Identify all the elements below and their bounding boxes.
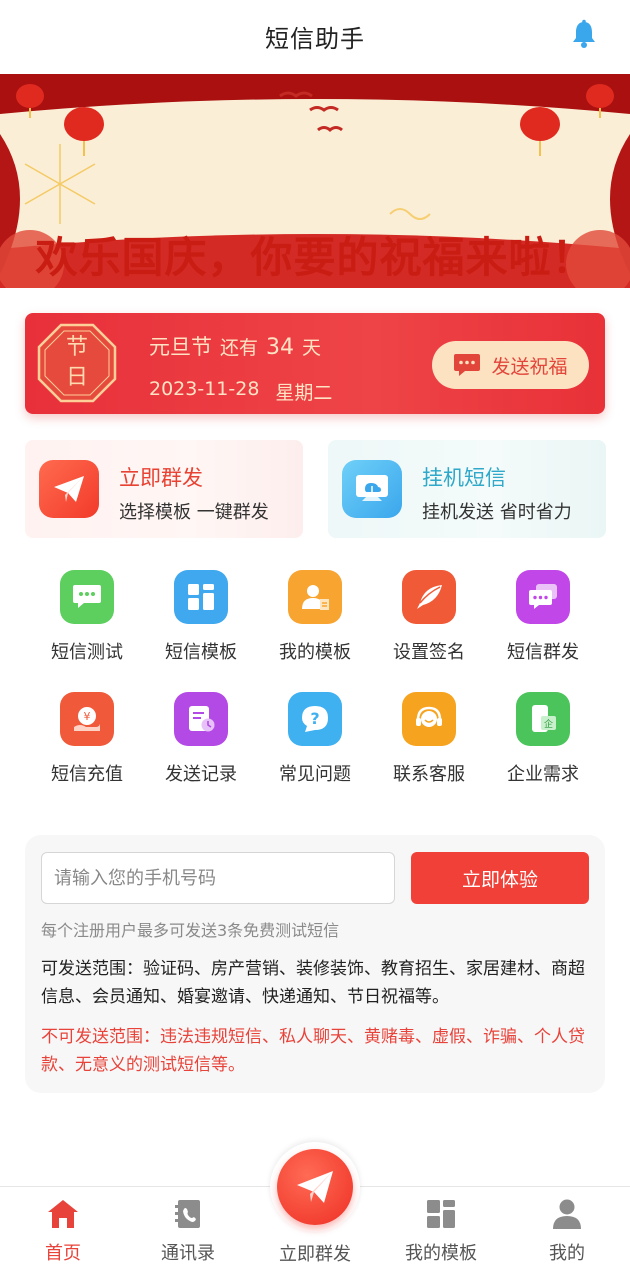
recharge-icon: ¥ [60, 692, 114, 746]
grid-item-set-signature[interactable]: 设置签名 [372, 570, 486, 664]
banner-headline: 欢乐国庆，你要的祝福来啦！ [35, 233, 595, 282]
holiday-name: 元旦节 [149, 335, 212, 359]
grid-label: 短信充值 [51, 764, 123, 785]
grid-label: 常见问题 [279, 764, 351, 785]
days-count: 34 [266, 335, 295, 360]
user-card-icon [288, 570, 342, 624]
holiday-card: 节 日 元旦节 还有 34 天 2023-11-28 星期二 发送祝福 [25, 313, 605, 414]
badge-bottom-char: 日 [65, 365, 88, 390]
tab-send-label: 立即群发 [279, 1244, 351, 1265]
days-unit: 天 [302, 337, 322, 359]
phone-input[interactable] [41, 852, 395, 904]
quick-send-subtitle: 选择模板 一键群发 [119, 502, 269, 523]
svg-text:¥: ¥ [84, 710, 91, 723]
grid-label: 联系客服 [393, 764, 465, 785]
hangup-sms-card[interactable]: 挂机短信 挂机发送 省时省力 [328, 440, 606, 538]
message-icon [454, 354, 481, 376]
grid-item-sms-test[interactable]: 短信测试 [30, 570, 144, 664]
free-test-note: 每个注册用户最多可发送3条免费测试短信 [41, 921, 340, 940]
tab-my-templates[interactable]: 我的模板 [391, 1187, 491, 1280]
tab-contacts[interactable]: 通讯录 [138, 1187, 238, 1280]
tab-home[interactable]: 首页 [13, 1187, 113, 1280]
tab-my-templates-label: 我的模板 [405, 1243, 477, 1264]
try-now-button[interactable]: 立即体验 [411, 852, 589, 904]
monitor-cloud-icon [342, 460, 402, 518]
promo-banner[interactable]: 欢乐国庆，你要的祝福来啦！ [0, 74, 630, 288]
allowed-scope-text: 可发送范围：验证码、房产营销、装修装饰、教育招生、家居建材、商超信息、会员通知、… [41, 959, 585, 1007]
record-clock-icon [174, 692, 228, 746]
feather-pen-icon [402, 570, 456, 624]
remaining-label: 还有 [220, 337, 259, 359]
grid-label: 企业需求 [507, 764, 579, 785]
grid-label: 设置签名 [393, 642, 465, 663]
enterprise-phone-icon: 企 [516, 692, 570, 746]
grid-item-customer-service[interactable]: 联系客服 [372, 692, 486, 786]
quick-send-title: 立即群发 [119, 466, 203, 490]
paper-plane-icon [39, 460, 99, 518]
tab-contacts-label: 通讯录 [161, 1243, 215, 1264]
page-title: 短信助手 [265, 24, 365, 53]
tab-mine[interactable]: 我的 [517, 1187, 617, 1280]
grid-item-sms-template[interactable]: 短信模板 [144, 570, 258, 664]
function-grid: 短信测试 短信模板 我的模板 设置签名 短信群发 ¥ 短信充值 发送记录 ? 常… [30, 570, 600, 814]
bell-icon[interactable] [568, 18, 600, 50]
grid-label: 发送记录 [165, 764, 237, 785]
current-date: 2023-11-28 [149, 378, 260, 400]
send-greeting-button[interactable]: 发送祝福 [432, 341, 589, 389]
grid-item-sms-broadcast[interactable]: 短信群发 [486, 570, 600, 664]
tab-mine-label: 我的 [549, 1243, 585, 1264]
grid-item-faq[interactable]: ? 常见问题 [258, 692, 372, 786]
paper-plane-icon [277, 1149, 353, 1225]
current-weekday: 星期二 [275, 382, 333, 404]
contacts-book-icon [175, 1200, 200, 1228]
grid-label: 短信模板 [165, 642, 237, 663]
forbidden-scope-text: 不可发送范围：违法违规短信、私人聊天、黄赌毒、虚假、诈骗、个人贷款、无意义的测试… [41, 1027, 585, 1075]
holiday-date-row: 2023-11-28 星期二 [149, 378, 332, 405]
quick-send-fab[interactable] [270, 1142, 360, 1232]
group-message-icon [516, 570, 570, 624]
holiday-badge: 节 日 [37, 323, 117, 403]
quick-send-card[interactable]: 立即群发 选择模板 一键群发 [25, 440, 303, 538]
holiday-countdown: 元旦节 还有 34 天 [149, 331, 321, 361]
grid-label: 我的模板 [279, 642, 351, 663]
grid-label: 短信测试 [51, 642, 123, 663]
template-grid-icon [174, 570, 228, 624]
grid-label: 短信群发 [507, 642, 579, 663]
grid-item-enterprise[interactable]: 企 企业需求 [486, 692, 600, 786]
send-greeting-label: 发送祝福 [491, 355, 568, 378]
hangup-sms-subtitle: 挂机发送 省时省力 [422, 502, 572, 523]
home-icon [48, 1200, 78, 1228]
grid-item-my-template[interactable]: 我的模板 [258, 570, 372, 664]
badge-top-char: 节 [65, 335, 88, 360]
svg-text:企: 企 [544, 718, 553, 730]
user-icon [553, 1199, 581, 1229]
hangup-sms-title: 挂机短信 [422, 466, 506, 490]
headset-icon [402, 692, 456, 746]
template-grid-icon [427, 1200, 455, 1228]
chat-bubble-icon [60, 570, 114, 624]
tab-home-label: 首页 [45, 1243, 81, 1264]
svg-text:?: ? [310, 709, 319, 728]
app-header: 短信助手 [0, 0, 630, 72]
grid-item-send-record[interactable]: 发送记录 [144, 692, 258, 786]
test-sms-panel: 立即体验 每个注册用户最多可发送3条免费测试短信 可发送范围：验证码、房产营销、… [25, 835, 605, 1093]
grid-item-recharge[interactable]: ¥ 短信充值 [30, 692, 144, 786]
question-icon: ? [288, 692, 342, 746]
